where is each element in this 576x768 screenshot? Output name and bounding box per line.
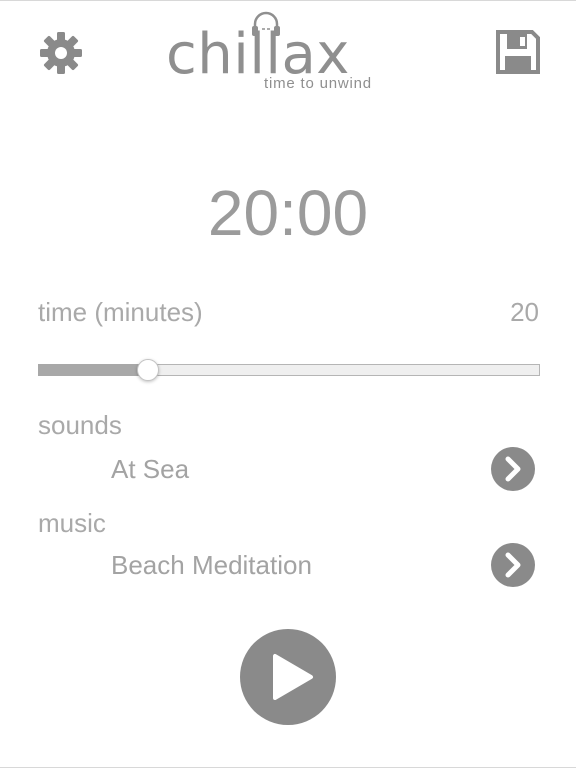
selected-sound: At Sea: [111, 454, 190, 484]
slider-fill: [38, 364, 148, 376]
music-selector-row[interactable]: Beach Meditation: [0, 540, 576, 590]
time-label: time (minutes): [38, 297, 203, 327]
sounds-label: sounds: [38, 410, 122, 440]
play-button[interactable]: [240, 629, 336, 725]
chillax-main-screen: chillax time to unwind 20:00 time (minut…: [0, 0, 576, 768]
chevron-right-circle-icon[interactable]: [491, 543, 535, 587]
slider-thumb[interactable]: [137, 359, 159, 381]
chevron-right-circle-icon[interactable]: [491, 447, 535, 491]
floppy-disk-icon: [496, 30, 540, 74]
logo-tagline: time to unwind: [264, 75, 372, 92]
music-label: music: [38, 508, 106, 538]
sounds-selector-row[interactable]: At Sea: [0, 444, 576, 494]
time-slider[interactable]: [38, 357, 540, 383]
countdown-timer: 20:00: [207, 177, 369, 249]
settings-button[interactable]: [38, 30, 84, 76]
app-logo: chillax time to unwind: [160, 9, 416, 97]
gear-icon: [40, 32, 82, 74]
save-button[interactable]: [495, 29, 541, 75]
time-value: 20: [510, 297, 539, 327]
selected-music: Beach Meditation: [111, 550, 312, 580]
play-icon: [240, 629, 336, 725]
